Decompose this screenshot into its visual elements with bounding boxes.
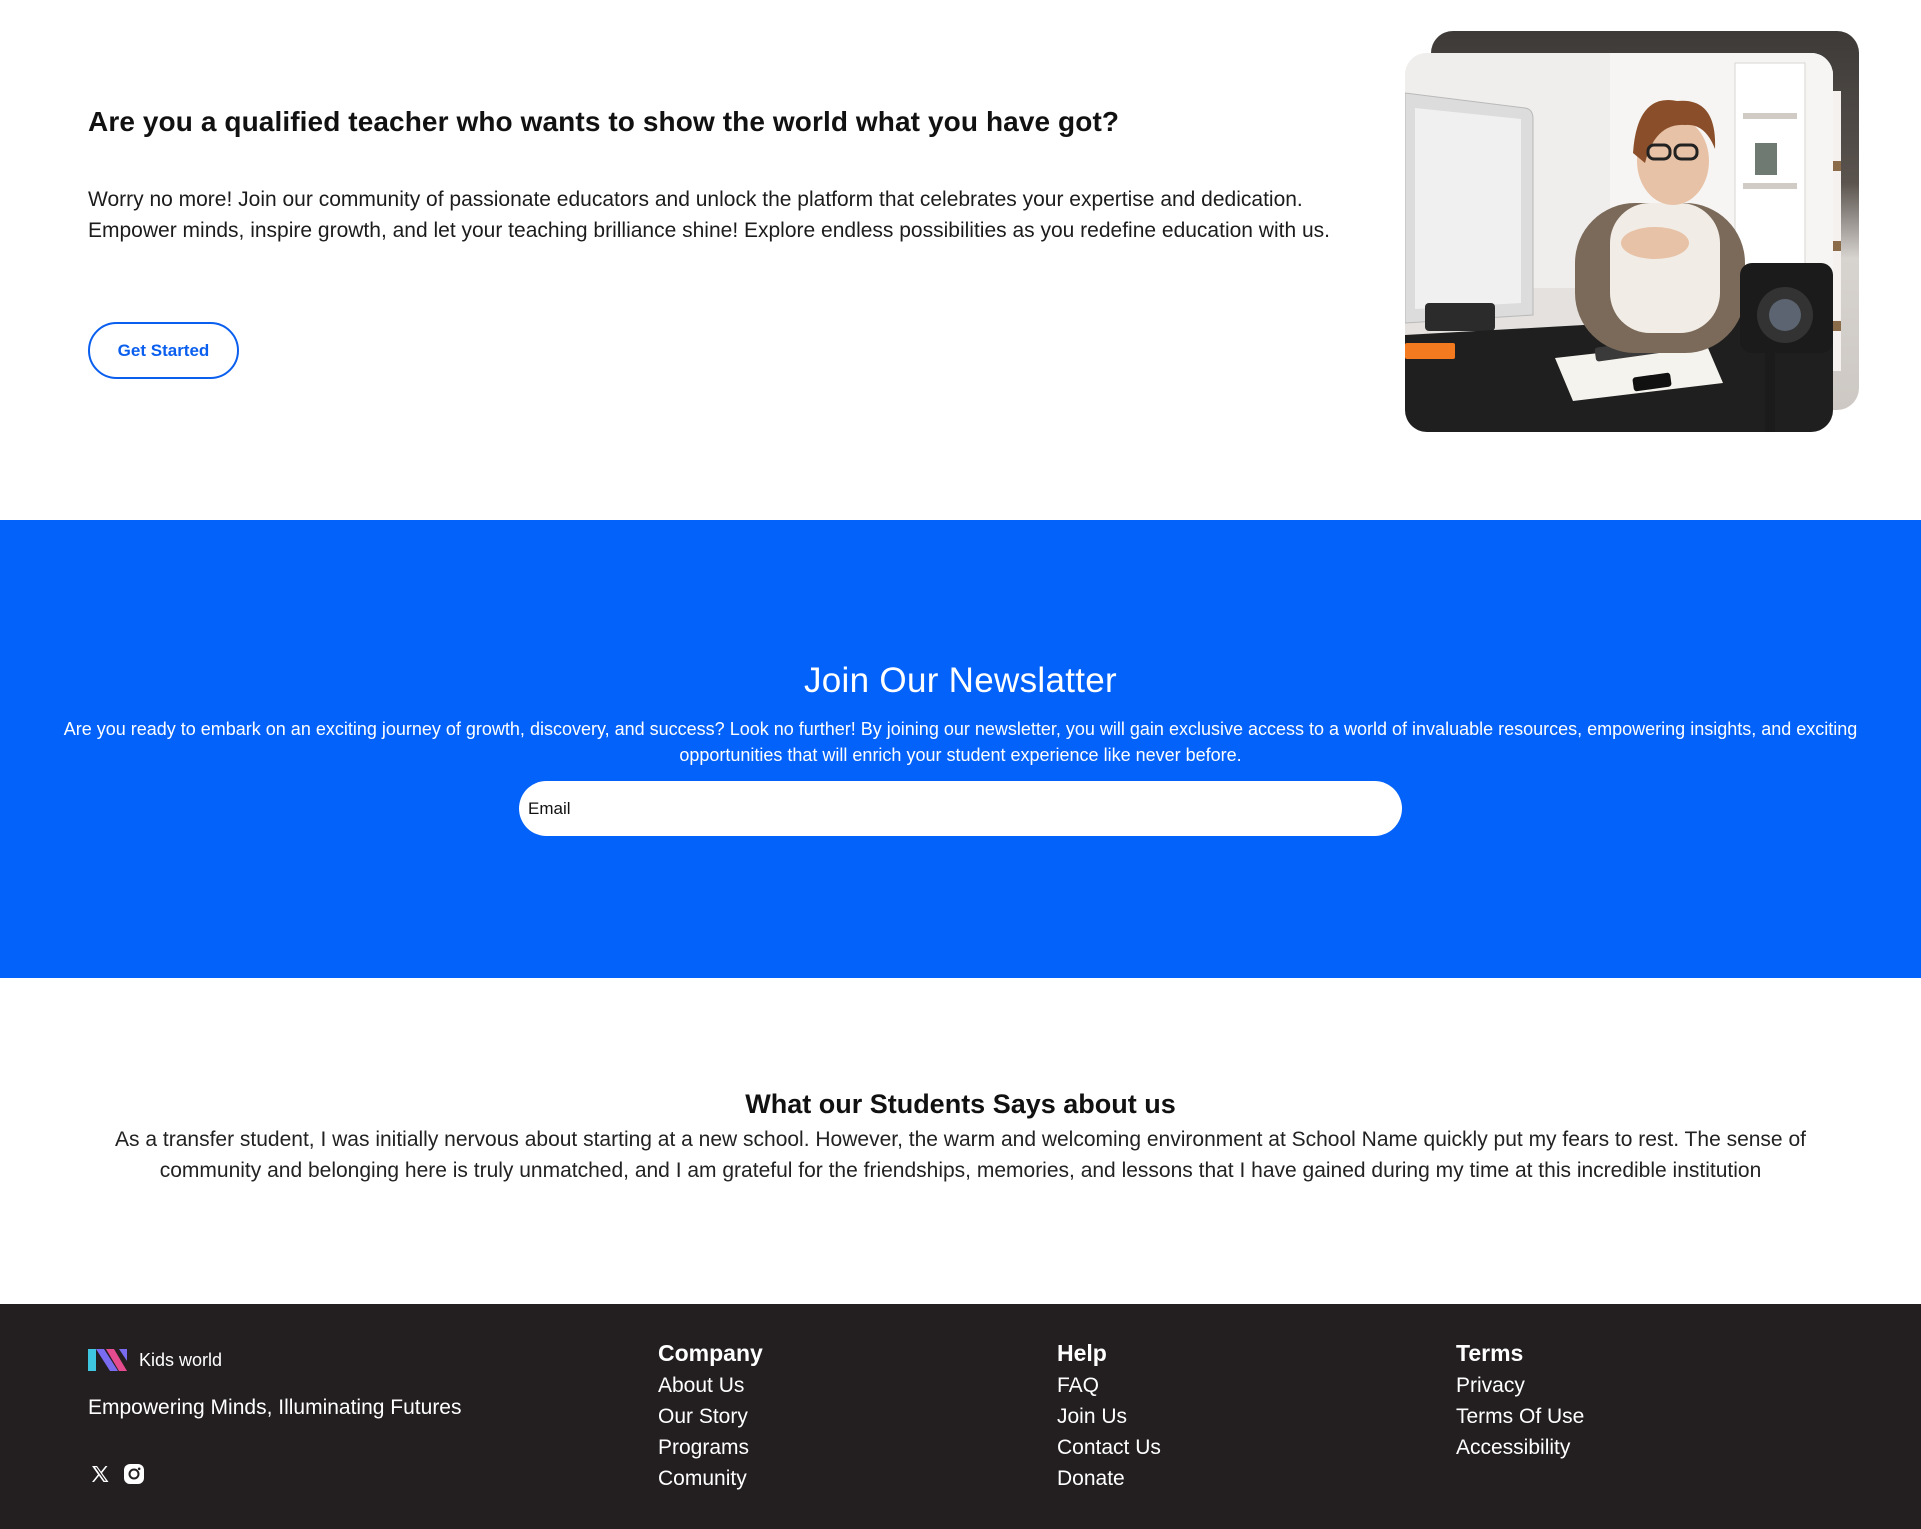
footer-link-donate[interactable]: Donate (1057, 1463, 1161, 1494)
newsletter-title: Join Our Newslatter (803, 661, 1118, 700)
testimonial-title: What our Students Says about us (745, 1089, 1176, 1119)
footer-heading-terms: Terms (1456, 1340, 1524, 1366)
teacher-heading: Are you a qualified teacher who wants to… (88, 106, 1120, 137)
footer-column-company: Company About Us Our Story Programs Comu… (658, 1340, 763, 1494)
footer-link-terms-of-use[interactable]: Terms Of Use (1456, 1401, 1584, 1432)
footer: Kids world Empowering Minds, Illuminatin… (0, 1304, 1921, 1529)
footer-link-our-story[interactable]: Our Story (658, 1401, 763, 1432)
teacher-photo (1405, 53, 1833, 432)
footer-link-programs[interactable]: Programs (658, 1432, 763, 1463)
footer-link-comunity[interactable]: Comunity (658, 1463, 763, 1494)
footer-link-accessibility[interactable]: Accessibility (1456, 1432, 1584, 1463)
testimonial-quote: As a transfer student, I was initially n… (115, 1128, 1806, 1182)
x-icon[interactable] (88, 1462, 112, 1486)
footer-link-about-us[interactable]: About Us (658, 1370, 763, 1401)
footer-column-help: Help FAQ Join Us Contact Us Donate (1057, 1340, 1161, 1494)
footer-tagline: Empowering Minds, Illuminating Futures (88, 1396, 462, 1419)
newsletter-section: Join Our Newslatter Are you ready to emb… (0, 520, 1921, 978)
instagram-icon[interactable] (122, 1462, 146, 1486)
get-started-button[interactable]: Get Started (88, 322, 239, 379)
teacher-description: Worry no more! Join our community of pas… (88, 188, 1330, 242)
newsletter-email-input[interactable] (519, 781, 1402, 836)
kids-world-logo-icon (88, 1349, 127, 1371)
brand-name: Kids world (139, 1349, 223, 1370)
footer-link-contact-us[interactable]: Contact Us (1057, 1432, 1161, 1463)
teacher-section: Are you a qualified teacher who wants to… (0, 0, 1921, 520)
footer-link-privacy[interactable]: Privacy (1456, 1370, 1584, 1401)
footer-link-faq[interactable]: FAQ (1057, 1370, 1161, 1401)
footer-heading-help: Help (1057, 1340, 1107, 1366)
footer-heading-company: Company (658, 1340, 763, 1366)
teacher-at-desk-image (1405, 53, 1833, 432)
footer-brand[interactable]: Kids world (88, 1349, 222, 1371)
testimonial-section: What our Students Says about us As a tra… (0, 978, 1921, 1304)
footer-column-terms: Terms Privacy Terms Of Use Accessibility (1456, 1340, 1584, 1463)
social-links (88, 1462, 146, 1486)
newsletter-description: Are you ready to embark on an exciting j… (63, 719, 1858, 765)
footer-link-join-us[interactable]: Join Us (1057, 1401, 1161, 1432)
